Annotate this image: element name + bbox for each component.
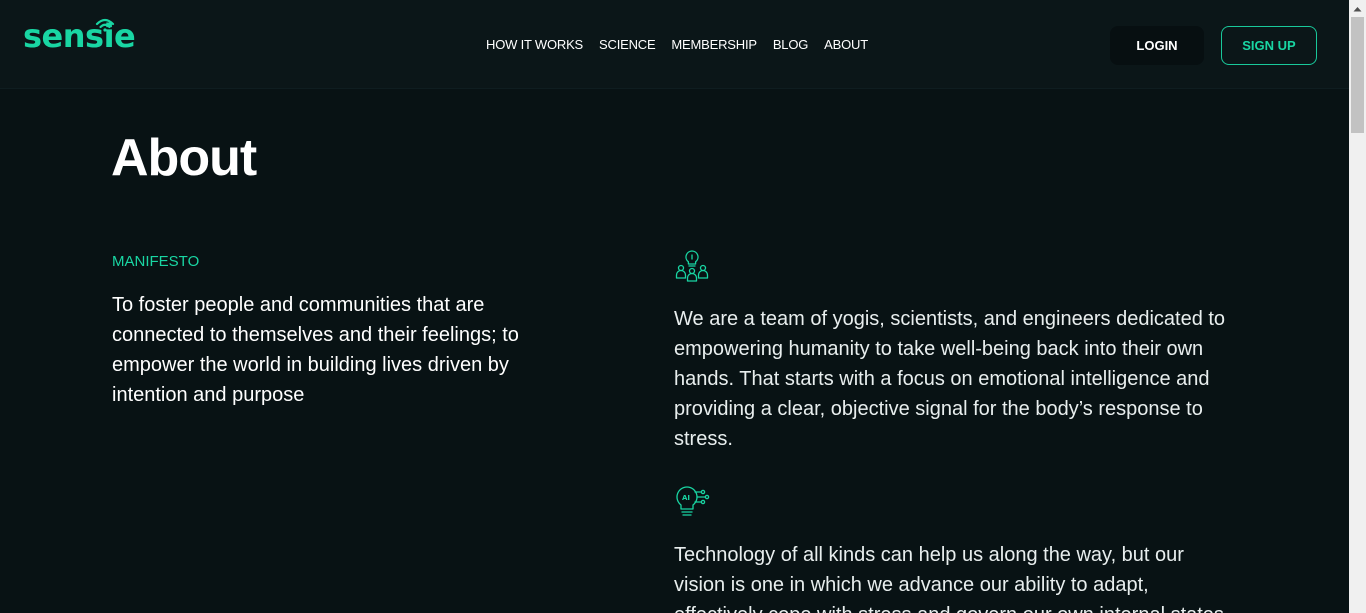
logo-text: sensie [23, 17, 136, 55]
scroll-up-arrow-icon[interactable] [1349, 0, 1366, 17]
technology-paragraph: Technology of all kinds can help us alon… [674, 544, 1229, 613]
manifesto-text: To foster people and communities that ar… [112, 294, 519, 406]
team-paragraph: We are a team of yogis, scientists, and … [674, 308, 1226, 450]
login-button[interactable]: LOGIN [1110, 26, 1204, 65]
page-title: About [111, 129, 257, 187]
main-nav: HOW IT WORKS SCIENCE MEMBERSHIP BLOG ABO… [486, 37, 868, 53]
sensie-logo[interactable]: sensie [23, 16, 136, 56]
nav-science[interactable]: SCIENCE [599, 37, 656, 53]
manifesto-label: MANIFESTO [112, 253, 200, 270]
site-header: sensie HOW IT WORKS SCIENCE MEMBERSHIP B… [0, 0, 1349, 89]
wifi-icon [95, 18, 115, 32]
team-lightbulb-icon [675, 250, 709, 282]
svg-text:AI: AI [682, 494, 690, 502]
nav-about[interactable]: ABOUT [824, 37, 868, 53]
nav-how-it-works[interactable]: HOW IT WORKS [486, 37, 583, 53]
page: sensie HOW IT WORKS SCIENCE MEMBERSHIP B… [0, 0, 1349, 613]
signup-button[interactable]: SIGN UP [1221, 26, 1317, 65]
vertical-scrollbar[interactable] [1349, 0, 1366, 613]
ai-lightbulb-icon: AI [676, 486, 710, 516]
scroll-thumb[interactable] [1351, 17, 1364, 133]
nav-membership[interactable]: MEMBERSHIP [671, 37, 757, 53]
nav-blog[interactable]: BLOG [773, 37, 809, 53]
